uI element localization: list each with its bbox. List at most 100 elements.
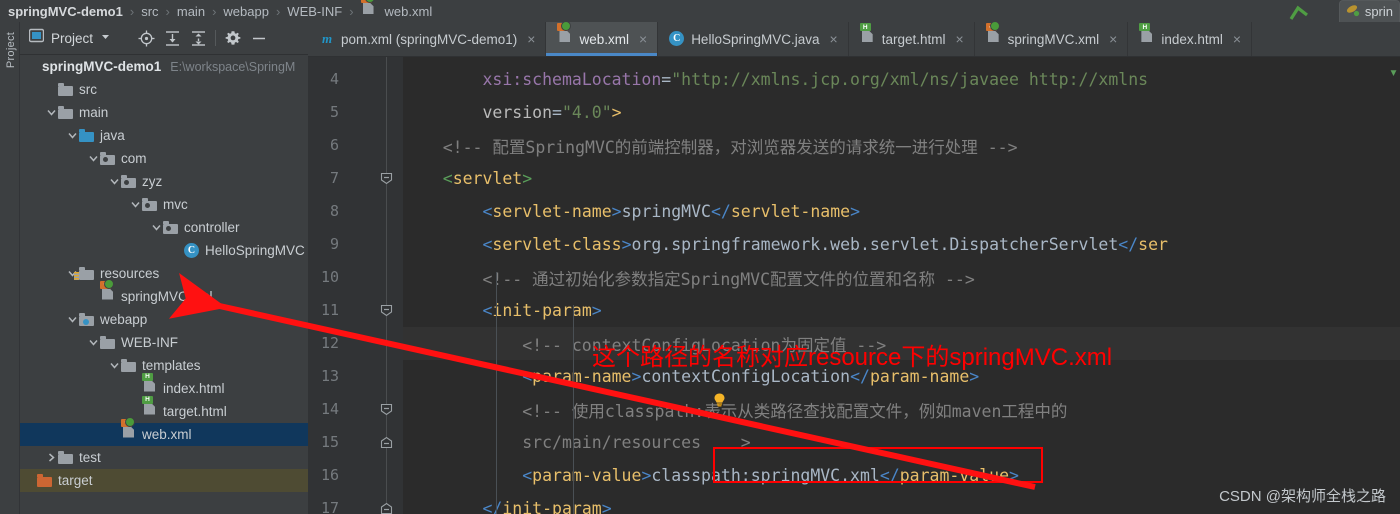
package-icon xyxy=(100,151,116,167)
tool-window-button-project[interactable]: Project xyxy=(5,23,17,77)
fold-collapse-icon[interactable] xyxy=(380,172,393,185)
tree-row-target[interactable]: target xyxy=(20,469,308,492)
tree-row-mvc[interactable]: mvc xyxy=(20,193,308,216)
line-number: 15 xyxy=(320,433,339,451)
code-line[interactable]: < servlet-name > springMVC < / servlet-name > xyxy=(403,195,860,228)
tree-row-templates[interactable]: templates xyxy=(20,354,308,377)
folder-blue-icon xyxy=(79,128,95,144)
breadcrumb-item-main[interactable]: main xyxy=(177,4,205,19)
tree-row-hellospringmvc[interactable]: C HelloSpringMVC xyxy=(20,239,308,262)
code-line[interactable]: xsi:schemaLocation = "http://xmlns.jcp.org… xyxy=(403,63,1148,96)
chevron-down-icon[interactable] xyxy=(129,193,142,216)
tree-row-label: springMVC-demo1 xyxy=(42,59,162,74)
chevron-right-icon[interactable] xyxy=(45,446,58,469)
close-icon[interactable]: × xyxy=(639,31,647,47)
gear-icon[interactable] xyxy=(220,25,246,51)
tree-row-com[interactable]: com xyxy=(20,147,308,170)
code-line[interactable]: <!-- 配置SpringMVC的前端控制器，对浏览器发送的请求统一进行处理 -… xyxy=(403,129,1018,162)
expand-all-icon[interactable] xyxy=(159,25,185,51)
line-number: 13 xyxy=(320,367,339,385)
tree-row-main[interactable]: main xyxy=(20,101,308,124)
intention-bulb-icon[interactable] xyxy=(713,393,726,407)
minimize-icon[interactable] xyxy=(246,25,272,51)
editor-tab-springmvc-xml[interactable]: < springMVC.xml × xyxy=(975,22,1129,56)
tree-row-springmvc-xml[interactable]: < springMVC.xml xyxy=(20,278,308,308)
tab-spring-partial[interactable]: sprin xyxy=(1338,0,1400,22)
tree-row-resources[interactable]: resources xyxy=(20,262,308,285)
tree-row-label: HelloSpringMVC xyxy=(205,243,305,258)
locate-icon[interactable] xyxy=(133,25,159,51)
fold-collapse-icon[interactable] xyxy=(380,304,393,317)
tree-row-zyz[interactable]: zyz xyxy=(20,170,308,193)
chevron-down-icon[interactable] xyxy=(87,147,100,170)
chevron-down-icon[interactable] xyxy=(66,124,79,147)
close-icon[interactable]: × xyxy=(955,31,963,47)
tree-row-path: E:\workspace\SpringM xyxy=(170,59,296,74)
package-icon xyxy=(163,220,179,236)
xml-file-icon: < xyxy=(360,0,377,19)
code-line[interactable]: < servlet-class > org.springframework.web.s… xyxy=(403,228,1167,261)
editor-gutter[interactable]: 4 5 6 7 8 9 10 11 12 13 14 15 16 17 xyxy=(308,57,403,514)
annotation-red-text: 这个路径的名称对应resource下的springMVC.xml xyxy=(592,344,1113,371)
code-token: / xyxy=(1128,235,1139,254)
editor-tab-bar[interactable]: m pom.xml (springMVC-demo1) × < web.xml × C Hel… xyxy=(308,22,1400,57)
code-line[interactable]: <!-- 通过初始化参数指定SpringMVC配置文件的位置和名称 --> xyxy=(403,261,975,294)
project-view-selector[interactable]: Project xyxy=(28,28,111,48)
code-content[interactable]: xsi:schemaLocation = "http://xmlns.jcp.org… xyxy=(403,57,1400,514)
editor-tab-index-html[interactable]: Hindex.html × xyxy=(1128,22,1253,56)
chevron-down-icon[interactable] xyxy=(108,354,121,377)
editor-tab-pom-xml-springmvc-demo1-[interactable]: m pom.xml (springMVC-demo1) × xyxy=(308,22,547,56)
tree-row-springmvc-demo1[interactable]: springMVC-demo1 E:\workspace\SpringM xyxy=(20,55,308,78)
editor-tab-target-html[interactable]: Htarget.html × xyxy=(849,22,975,56)
code-token: <!-- 通过初始化参数指定SpringMVC配置文件的位置和名称 --> xyxy=(403,269,975,289)
code-editor[interactable]: 4 5 6 7 8 9 10 11 12 13 14 15 16 17 xsi:schemaLocatio… xyxy=(308,57,1400,514)
chevron-down-icon[interactable] xyxy=(66,308,79,331)
tree-row-web-xml[interactable]: < web.xml xyxy=(20,416,308,446)
code-line[interactable]: < servlet > xyxy=(403,162,532,195)
tree-row-src[interactable]: src xyxy=(20,78,308,101)
close-icon[interactable]: × xyxy=(1109,31,1117,47)
tree-row-controller[interactable]: controller xyxy=(20,216,308,239)
editor-tab-hellospringmvc-java[interactable]: C HelloSpringMVC.java × xyxy=(658,22,849,56)
tree-row-webapp[interactable]: webapp xyxy=(20,308,308,331)
collapse-all-icon[interactable] xyxy=(185,25,211,51)
code-token: servlet-class xyxy=(492,235,622,254)
tree-row-test[interactable]: test xyxy=(20,446,308,469)
project-tree[interactable]: springMVC-demo1 E:\workspace\SpringM src ma… xyxy=(20,55,308,514)
code-token: "http://xmlns.jcp.org/xml/ns/javaee http… xyxy=(671,70,1149,89)
close-icon[interactable]: × xyxy=(1233,31,1241,47)
tree-row-java[interactable]: java xyxy=(20,124,308,147)
fold-end-icon[interactable] xyxy=(380,502,393,514)
breadcrumb-item-project[interactable]: springMVC-demo1 xyxy=(8,4,123,19)
fold-collapse-icon[interactable] xyxy=(380,403,393,416)
green-check-icon[interactable] xyxy=(1288,1,1310,21)
close-icon[interactable]: × xyxy=(527,31,535,47)
chevron-down-icon[interactable] xyxy=(100,29,111,47)
code-line[interactable]: <!-- 使用classpath:表示从类路径查找配置文件，例如maven工程中… xyxy=(403,393,1067,426)
breadcrumb-item-webinf[interactable]: WEB-INF xyxy=(287,4,342,19)
html-file-icon: H xyxy=(859,23,876,47)
chevron-down-icon[interactable] xyxy=(108,170,121,193)
tree-row-index-html[interactable]: Hindex.html xyxy=(20,372,308,400)
code-line[interactable]: src/main/resources > xyxy=(403,426,750,459)
code-line[interactable]: < / init-param > xyxy=(403,492,611,514)
line-number: 6 xyxy=(329,136,339,154)
chevron-down-icon[interactable] xyxy=(87,331,100,354)
editor-tab-web-xml[interactable]: < web.xml × xyxy=(546,22,659,56)
chevron-down-icon[interactable] xyxy=(45,101,58,124)
close-icon[interactable]: × xyxy=(830,31,838,47)
code-line[interactable]: < init-param > xyxy=(403,294,601,327)
tree-row-target-html[interactable]: Htarget.html xyxy=(20,395,308,423)
tree-row-web-inf[interactable]: WEB-INF xyxy=(20,331,308,354)
code-token: < xyxy=(482,301,493,320)
breadcrumb-label: springMVC-demo1 xyxy=(8,3,123,19)
breadcrumb-item-webapp[interactable]: webapp xyxy=(223,4,269,19)
breadcrumb-item-src[interactable]: src xyxy=(141,4,158,19)
breadcrumb-item-webxml[interactable]: < web.xml xyxy=(360,0,432,19)
chevron-down-icon[interactable] xyxy=(150,216,163,239)
code-line[interactable]: version = "4.0" > xyxy=(403,96,621,129)
fold-end-icon[interactable] xyxy=(380,436,393,449)
